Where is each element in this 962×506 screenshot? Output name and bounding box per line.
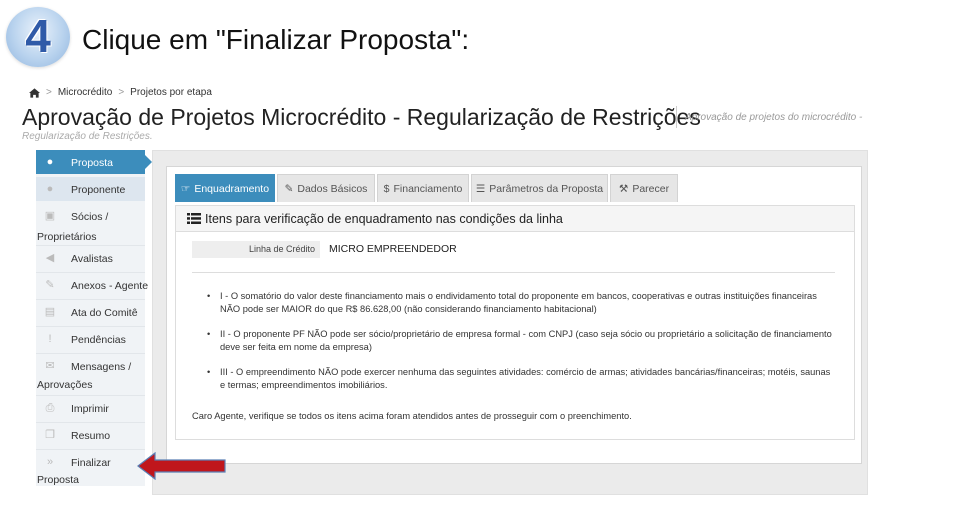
step-instruction: Clique em "Finalizar Proposta": xyxy=(82,24,470,55)
dollar-icon: $ xyxy=(383,182,390,195)
breadcrumb-item-projetos[interactable]: Projetos por etapa xyxy=(130,87,212,98)
criteria-item: • III - O empreendimento NÃO pode exerce… xyxy=(207,366,837,392)
tab-financiamento[interactable]: $ Financiamento xyxy=(377,174,469,202)
credit-line-label: Linha de Crédito xyxy=(192,241,320,258)
bullet: • xyxy=(207,367,211,377)
breadcrumb-separator: > xyxy=(118,87,125,98)
title-divider xyxy=(676,106,677,128)
step-number: 4 xyxy=(25,10,51,62)
sidebar-item-label: Proponente xyxy=(71,184,126,196)
gavel-icon: ⚒ xyxy=(618,182,629,195)
pencil-icon: ✎ xyxy=(284,182,294,195)
sidebar-item-resumo[interactable]: ❐ Resumo xyxy=(36,423,145,447)
divider xyxy=(192,272,835,273)
sidebar-item-label: Proposta xyxy=(71,157,114,169)
sidebar-item-proponente[interactable]: ● Proponente xyxy=(36,177,145,201)
credit-line-value: MICRO EMPREENDEDOR xyxy=(329,243,457,255)
bullet: • xyxy=(207,329,211,339)
sidebar-item-label-cont: Aprovações xyxy=(37,379,93,391)
sidebar-item-label: Finalizar xyxy=(71,457,111,469)
sidebar-item-anexos[interactable]: ✎ Anexos - Agente xyxy=(36,273,149,297)
breadcrumb: > Microcrédito > Projetos por etapa xyxy=(29,87,212,98)
sidebar-item-label: Pendências xyxy=(71,334,126,346)
copy-icon: ❐ xyxy=(45,429,55,441)
tab-label: Dados Básicos xyxy=(297,182,368,195)
criteria-item: • II - O proponente PF NÃO pode ser sóci… xyxy=(207,328,837,354)
breadcrumb-item-microcredito[interactable]: Microcrédito xyxy=(58,87,112,98)
tab-parecer[interactable]: ⚒ Parecer xyxy=(610,174,678,202)
sidebar-item-label: Mensagens / xyxy=(71,361,132,373)
sidebar-item-finalizar-proposta[interactable]: » Finalizar Proposta xyxy=(36,450,145,486)
sidebar-item-label-cont: Proprietários xyxy=(37,231,97,243)
sidebar-item-proposta[interactable]: ● Proposta xyxy=(36,150,152,174)
home-icon[interactable] xyxy=(29,87,40,98)
pointer-arrow-icon xyxy=(137,452,226,480)
sidebar-item-label: Imprimir xyxy=(71,403,109,415)
tab-label: Enquadramento xyxy=(194,182,270,195)
sidebar-item-socios[interactable]: ▣ Sócios / Proprietários xyxy=(36,204,145,244)
file-icon: ▤ xyxy=(44,306,56,318)
thumbs-up-icon: ☞ xyxy=(180,182,191,195)
print-icon: ⎙ xyxy=(45,402,55,414)
forward-icon: » xyxy=(46,456,54,468)
lock-icon: ▣ xyxy=(44,210,56,222)
list-icon: ☰ xyxy=(475,182,486,195)
tab-label: Financiamento xyxy=(393,182,463,195)
tab-label: Parâmetros da Proposta xyxy=(489,182,604,195)
sidebar-item-label-cont: Proposta xyxy=(37,474,80,486)
page-subtitle-continued: Regularização de Restrições. xyxy=(22,131,153,142)
agent-note: Caro Agente, verifique se todos os itens… xyxy=(192,411,632,421)
tab-enquadramento[interactable]: ☞ Enquadramento xyxy=(175,174,275,202)
page-subtitle: Aprovação de projetos do microcrédito - xyxy=(685,112,863,123)
criteria-text: II - O proponente PF NÃO pode ser sócio/… xyxy=(220,329,832,352)
sidebar: ● Proposta ● Proponente ▣ Sócios / Propr… xyxy=(36,150,152,486)
sidebar-item-label: Avalistas xyxy=(71,253,113,265)
breadcrumb-separator: > xyxy=(46,87,52,98)
sidebar-item-label: Anexos - Agente xyxy=(71,280,149,292)
list-icon xyxy=(187,213,201,224)
sidebar-item-avalistas[interactable]: ◀ Avalistas xyxy=(36,246,145,270)
criteria-text: III - O empreendimento NÃO pode exercer … xyxy=(220,367,831,390)
envelope-icon: ✉ xyxy=(45,360,55,372)
tab-label: Parecer xyxy=(632,182,670,195)
sidebar-item-label: Ata do Comitê xyxy=(71,307,138,319)
panel-title: Itens para verificação de enquadramento … xyxy=(205,212,563,226)
tab-parametros-proposta[interactable]: ☰ Parâmetros da Proposta xyxy=(471,174,608,202)
sidebar-item-label: Sócios / xyxy=(71,211,109,223)
step-number-badge: 4 xyxy=(6,7,70,67)
sidebar-item-pendencias[interactable]: ! Pendências xyxy=(36,327,145,351)
tab-dados-basicos[interactable]: ✎ Dados Básicos xyxy=(277,174,375,202)
user-icon: ● xyxy=(46,156,54,168)
criteria-item: • I - O somatório do valor deste financi… xyxy=(207,290,837,316)
paperclip-icon: ✎ xyxy=(45,279,55,291)
sidebar-item-ata-comite[interactable]: ▤ Ata do Comitê xyxy=(36,300,145,324)
volume-icon: ◀ xyxy=(45,252,55,264)
exclamation-icon: ! xyxy=(48,333,52,345)
sidebar-item-mensagens[interactable]: ✉ Mensagens / Aprovações xyxy=(36,354,145,394)
bullet: • xyxy=(207,291,211,301)
panel-header: Itens para verificação de enquadramento … xyxy=(176,206,854,232)
users-icon: ● xyxy=(46,183,54,195)
page-title: Aprovação de Projetos Microcrédito - Reg… xyxy=(22,104,701,130)
sidebar-item-imprimir[interactable]: ⎙ Imprimir xyxy=(36,396,145,420)
criteria-text: I - O somatório do valor deste financiam… xyxy=(220,291,817,314)
sidebar-item-label: Resumo xyxy=(71,430,111,442)
